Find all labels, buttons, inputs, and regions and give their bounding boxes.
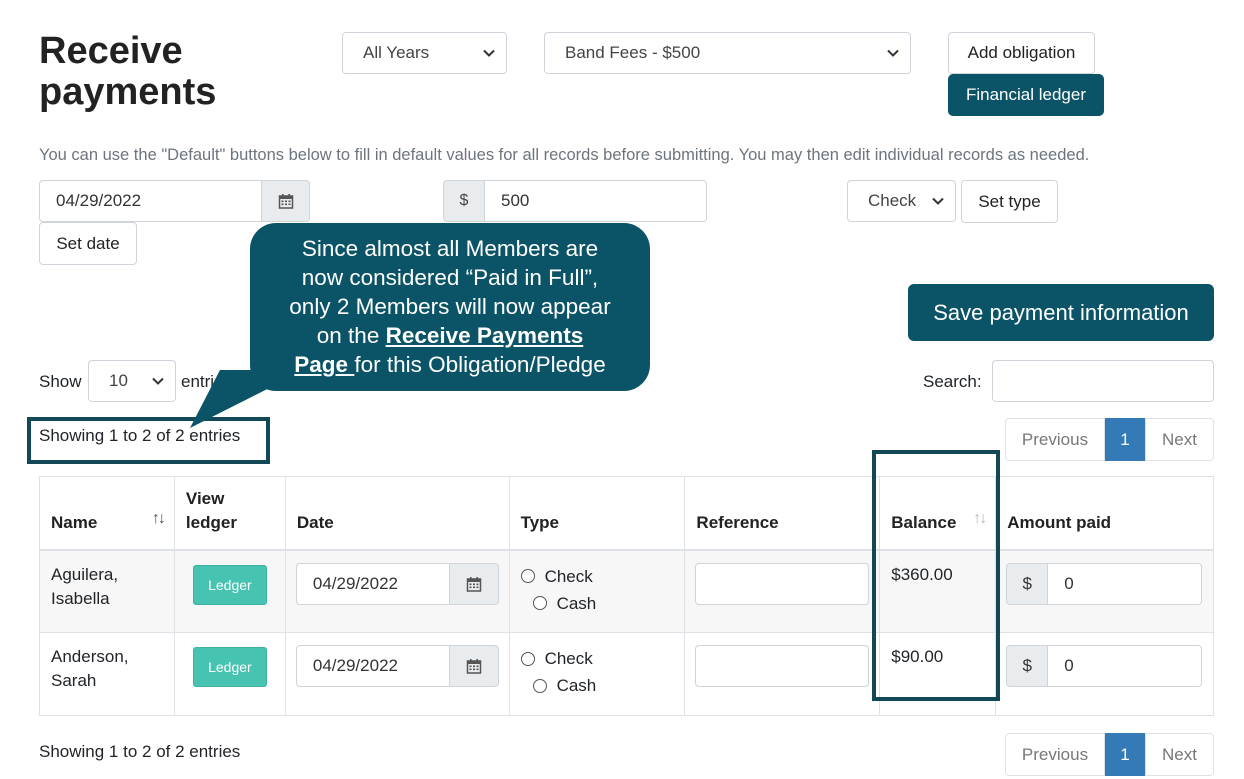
callout-line-4: on the bbox=[316, 323, 386, 348]
type-cash-radio[interactable]: Cash bbox=[521, 590, 674, 617]
ledger-cell: Ledger bbox=[173, 549, 286, 633]
save-payment-button[interactable]: Save payment information bbox=[908, 284, 1214, 341]
page-length-value: 10 bbox=[109, 371, 128, 390]
callout-bubble: Since almost all Members are now conside… bbox=[250, 223, 650, 391]
chevron-down-icon bbox=[483, 49, 495, 57]
currency-addon: $ bbox=[1006, 645, 1049, 687]
header-type: Type bbox=[508, 476, 686, 551]
name-cell: Anderson, Sarah bbox=[39, 632, 175, 716]
default-date-value: 04/29/2022 bbox=[56, 191, 142, 210]
amount-paid-cell: $ 0 bbox=[995, 549, 1214, 633]
ledger-button[interactable]: Ledger bbox=[193, 647, 267, 687]
date-cell: 04/29/2022 bbox=[284, 632, 510, 716]
callout-link-page: Page bbox=[294, 352, 355, 377]
year-select-value: All Years bbox=[363, 43, 430, 62]
chevron-down-icon bbox=[887, 49, 899, 57]
page-title-line1: Receive bbox=[39, 30, 183, 72]
amount-paid-cell: $ 0 bbox=[995, 632, 1214, 716]
type-check-radio[interactable]: Check bbox=[520, 645, 674, 672]
length-show-label: Show bbox=[39, 372, 82, 391]
name-cell: Aguilera, Isabella bbox=[39, 549, 175, 633]
row-date-input[interactable]: 04/29/2022 bbox=[295, 645, 450, 687]
header-reference: Reference bbox=[684, 476, 881, 551]
currency-addon: $ bbox=[1006, 562, 1049, 605]
callout-line-1: Since almost all Members are bbox=[301, 236, 599, 261]
payments-table: Name ↑↓ View ledger Date Type Reference Ba… bbox=[39, 476, 1214, 716]
radio-icon bbox=[532, 596, 547, 610]
callout-line-2: now considered “Paid in Full”, bbox=[301, 265, 599, 290]
default-type-select[interactable]: Check bbox=[847, 180, 956, 222]
calendar-button[interactable] bbox=[448, 562, 499, 605]
pagination-top: Previous 1 Next bbox=[1005, 418, 1214, 461]
add-obligation-button[interactable]: Add obligation bbox=[948, 32, 1095, 74]
ledger-button[interactable]: Ledger bbox=[193, 564, 267, 605]
header-view-ledger: View ledger bbox=[173, 476, 286, 551]
header-amount-paid: Amount paid bbox=[995, 476, 1214, 551]
callout-line-3: only 2 Members will now appear bbox=[289, 294, 611, 319]
radio-icon bbox=[520, 569, 535, 583]
next-button[interactable]: Next bbox=[1145, 733, 1214, 776]
financial-ledger-button[interactable]: Financial ledger bbox=[948, 74, 1104, 116]
amount-paid-input[interactable]: 0 bbox=[1047, 562, 1203, 605]
chevron-down-icon bbox=[932, 197, 944, 205]
calendar-icon bbox=[466, 659, 482, 674]
search-label: Search: bbox=[923, 372, 982, 391]
row-date-input[interactable]: 04/29/2022 bbox=[295, 562, 450, 605]
callout-line-5: for this Obligation/Pledge bbox=[354, 352, 606, 377]
calendar-icon bbox=[466, 576, 482, 592]
help-text: You can use the "Default" buttons below … bbox=[39, 146, 1090, 164]
type-cell: Check Cash bbox=[508, 549, 686, 633]
amount-paid-input[interactable]: 0 bbox=[1047, 645, 1203, 687]
sort-icon: ↑↓ bbox=[151, 509, 166, 527]
calendar-button[interactable] bbox=[261, 180, 310, 222]
default-amount-input[interactable]: 500 bbox=[484, 180, 707, 222]
default-currency-addon: $ bbox=[443, 180, 485, 222]
default-type-value: Check bbox=[868, 191, 917, 210]
reference-input[interactable] bbox=[695, 562, 870, 605]
calendar-icon bbox=[278, 194, 293, 209]
default-amount-value: 500 bbox=[501, 191, 530, 210]
type-cell: Check Cash bbox=[508, 632, 686, 716]
chevron-down-icon bbox=[152, 377, 164, 385]
set-date-button[interactable]: Set date bbox=[39, 222, 137, 265]
table-row: Anderson, Sarah Ledger 04/29/2022 Check C… bbox=[39, 632, 1214, 716]
radio-icon bbox=[532, 678, 547, 693]
previous-button[interactable]: Previous bbox=[1005, 733, 1105, 776]
table-row: Aguilera, Isabella Ledger 04/29/2022 Chec… bbox=[39, 549, 1214, 633]
radio-icon bbox=[520, 651, 535, 666]
table-info-bottom: Showing 1 to 2 of 2 entries bbox=[39, 742, 241, 761]
previous-button[interactable]: Previous bbox=[1005, 418, 1105, 461]
type-check-radio[interactable]: Check bbox=[520, 563, 674, 590]
page-title: Receive payments bbox=[39, 31, 216, 113]
obligation-select[interactable]: Band Fees - $500 bbox=[544, 32, 911, 74]
reference-cell bbox=[684, 632, 881, 716]
callout-link-receive-payments: Receive Payments bbox=[385, 323, 584, 348]
reference-input[interactable] bbox=[695, 645, 870, 687]
header-name[interactable]: Name ↑↓ bbox=[39, 476, 175, 551]
page-title-line2: payments bbox=[39, 71, 217, 113]
page-length-select[interactable]: 10 bbox=[88, 360, 176, 402]
reference-cell bbox=[684, 549, 881, 633]
ledger-cell: Ledger bbox=[173, 632, 286, 716]
date-cell: 04/29/2022 bbox=[284, 549, 510, 633]
set-type-button[interactable]: Set type bbox=[961, 180, 1058, 223]
page-1-button[interactable]: 1 bbox=[1105, 733, 1145, 776]
search-input[interactable] bbox=[992, 360, 1214, 402]
type-cash-radio[interactable]: Cash bbox=[521, 672, 674, 699]
page-1-button[interactable]: 1 bbox=[1105, 418, 1145, 461]
calendar-button[interactable] bbox=[448, 645, 499, 687]
pagination-bottom: Previous 1 Next bbox=[1005, 733, 1214, 776]
next-button[interactable]: Next bbox=[1145, 418, 1214, 461]
header-date: Date bbox=[284, 476, 510, 551]
year-select[interactable]: All Years bbox=[342, 32, 507, 74]
obligation-select-value: Band Fees - $500 bbox=[565, 43, 701, 62]
balance-highlight-box bbox=[872, 450, 1000, 701]
default-date-input[interactable]: 04/29/2022 bbox=[39, 180, 262, 222]
